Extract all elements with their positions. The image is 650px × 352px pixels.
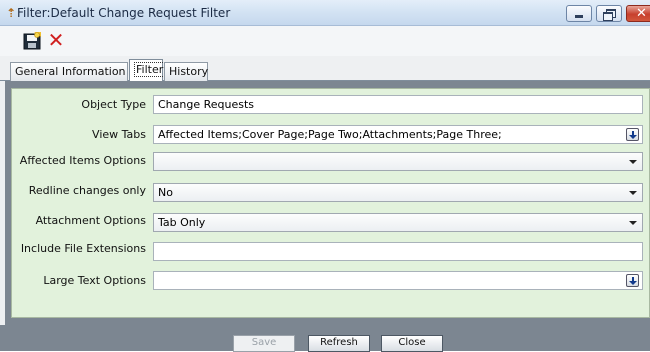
- affected-items-options-label: Affected Items Options: [19, 154, 146, 167]
- maximize-button[interactable]: [596, 5, 622, 22]
- view-tabs-value: Affected Items;Cover Page;Page Two;Attac…: [158, 128, 502, 141]
- tab-filter[interactable]: Filter: [129, 59, 166, 81]
- object-type-label: Object Type: [81, 98, 146, 111]
- multiselect-icon[interactable]: [626, 128, 639, 141]
- view-tabs-field[interactable]: Affected Items;Cover Page;Page Two;Attac…: [153, 125, 643, 144]
- tab-label: Filter: [134, 62, 166, 77]
- object-type-field[interactable]: Change Requests: [153, 95, 643, 114]
- title-bar[interactable]: ⇡ Filter:Default Change Request Filter ✕: [0, 0, 650, 26]
- include-file-extensions-label: Include File Extensions: [20, 242, 146, 255]
- redline-changes-only-select[interactable]: No: [153, 183, 643, 202]
- close-window-button[interactable]: ✕: [626, 5, 650, 22]
- refresh-button[interactable]: Refresh: [308, 335, 370, 352]
- app-icon: ⇡: [6, 6, 17, 20]
- large-text-options-label: Large Text Options: [43, 274, 146, 287]
- chevron-down-icon: [629, 160, 637, 164]
- window-title: Filter:Default Change Request Filter: [17, 6, 231, 20]
- redline-changes-only-label: Redline changes only: [28, 184, 146, 197]
- attachment-options-label: Attachment Options: [35, 214, 146, 227]
- close-icon: ✕: [636, 6, 647, 21]
- attachment-options-select[interactable]: Tab Only: [153, 213, 643, 232]
- large-text-options-field[interactable]: [153, 271, 643, 290]
- minimize-button[interactable]: [566, 5, 592, 22]
- chevron-down-icon: [629, 191, 637, 195]
- delete-icon[interactable]: ✕: [47, 30, 65, 51]
- tab-general-information[interactable]: General Information: [10, 62, 128, 81]
- attachment-options-value: Tab Only: [158, 216, 206, 229]
- chevron-down-icon: [629, 221, 637, 225]
- tab-history[interactable]: History: [164, 62, 208, 81]
- multiselect-icon[interactable]: [626, 274, 639, 287]
- save-icon[interactable]: [23, 32, 41, 50]
- tab-bar: General Information Filter History: [0, 57, 650, 81]
- include-file-extensions-field[interactable]: [153, 242, 643, 261]
- tab-label: History: [169, 65, 209, 78]
- tab-label: General Information: [15, 65, 126, 78]
- close-button[interactable]: Close: [381, 335, 443, 352]
- toolbar: [0, 26, 650, 56]
- view-tabs-label: View Tabs: [92, 128, 146, 141]
- redline-changes-only-value: No: [158, 186, 173, 199]
- affected-items-options-select[interactable]: [153, 152, 643, 171]
- save-button[interactable]: Save: [233, 335, 295, 352]
- filter-window: ⇡ Filter:Default Change Request Filter ✕…: [0, 0, 650, 352]
